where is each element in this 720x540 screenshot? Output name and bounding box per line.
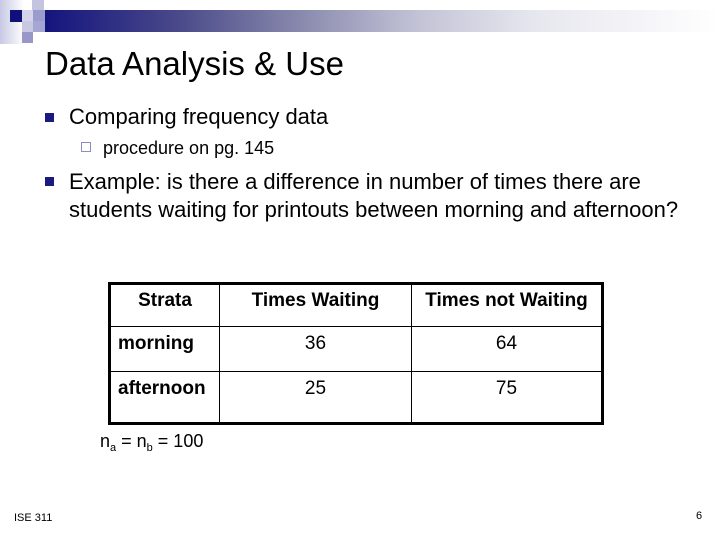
header-gradient-band [45, 10, 720, 32]
square-bullet-icon [45, 113, 54, 122]
frequency-table: Strata Times Waiting Times not Waiting m… [108, 282, 604, 425]
column-header: Strata [109, 283, 220, 327]
strata-cell: afternoon [109, 371, 220, 424]
strata-cell: morning [109, 326, 220, 372]
bullet-text: Comparing frequency data [69, 104, 329, 129]
column-header: Times Waiting [219, 283, 412, 327]
table-row: morning 36 64 [109, 326, 603, 372]
value-cell: 25 [219, 371, 412, 424]
slide-title: Data Analysis & Use [45, 45, 344, 82]
decorative-square [22, 10, 33, 21]
value-cell: 64 [411, 326, 603, 372]
table-header-row: Strata Times Waiting Times not Waiting [109, 283, 603, 327]
column-header: Times not Waiting [411, 283, 603, 327]
decorative-square-dark [10, 10, 22, 22]
sub-bullet-text: procedure on pg. 145 [103, 138, 275, 158]
square-bullet-icon [45, 177, 54, 186]
bullet-text: Example: is there a difference in number… [69, 169, 679, 222]
decorative-fade [0, 0, 24, 44]
formula-n: n [100, 431, 111, 451]
footer-course: ISE 311 [14, 512, 53, 524]
decorative-square [32, 0, 44, 10]
hollow-square-bullet-icon [81, 142, 91, 152]
decorative-square [22, 32, 33, 43]
value-cell: 36 [219, 326, 412, 372]
table-row: afternoon 25 75 [109, 371, 603, 424]
formula-equals: = [116, 431, 137, 451]
decorative-square [22, 21, 33, 32]
value-cell: 75 [411, 371, 603, 424]
formula-n: n [136, 431, 147, 451]
slide-number: 6 [696, 510, 703, 522]
decorative-square [33, 10, 45, 21]
formula-value: = 100 [152, 431, 204, 451]
decorative-square [33, 21, 45, 32]
sample-size-formula: na = nb = 100 [100, 430, 203, 459]
